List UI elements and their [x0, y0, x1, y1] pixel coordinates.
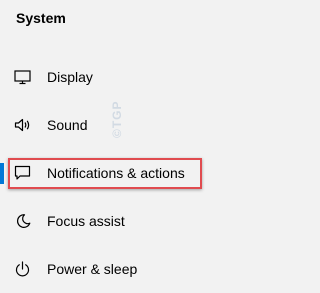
- section-title: System: [16, 10, 66, 26]
- monitor-icon: [14, 69, 32, 85]
- selection-indicator: [0, 163, 4, 184]
- settings-nav-panel: System Display Sound Notifications & act…: [0, 0, 276, 288]
- message-icon: [14, 165, 32, 181]
- nav-item-display[interactable]: Display: [0, 53, 276, 101]
- moon-icon: [14, 213, 32, 229]
- nav-item-display-label: Display: [47, 69, 93, 85]
- nav-item-notifications-label: Notifications & actions: [47, 165, 185, 181]
- nav-item-sound-label: Sound: [47, 117, 88, 133]
- nav-item-focus-assist[interactable]: Focus assist: [0, 197, 276, 245]
- nav-item-sound[interactable]: Sound: [0, 101, 276, 149]
- nav-item-focus-assist-label: Focus assist: [47, 213, 125, 229]
- power-icon: [14, 261, 32, 277]
- nav-item-notifications-actions[interactable]: Notifications & actions: [0, 149, 276, 197]
- nav-item-power-sleep[interactable]: Power & sleep: [0, 245, 276, 293]
- watermark: ©TGP: [110, 100, 124, 138]
- nav-item-power-sleep-label: Power & sleep: [47, 261, 138, 277]
- speaker-icon: [14, 117, 32, 133]
